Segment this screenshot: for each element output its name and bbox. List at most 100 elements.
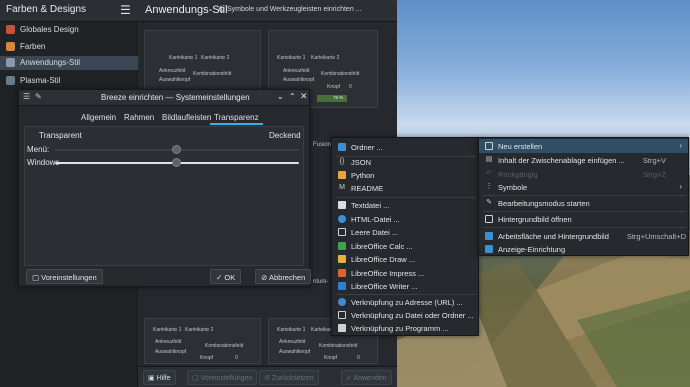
reset-icon: ↺: [264, 375, 272, 382]
transparent-label: Transparent: [39, 131, 82, 140]
preview-button: Knopf: [327, 84, 341, 90]
sidebar-item-label: Globales Design: [20, 25, 79, 34]
sidebar-item-label: Anwendungs-Stil: [20, 58, 81, 67]
menu-item-bearbeitungsmodus[interactable]: ✎ Bearbeitungsmodus starten: [479, 196, 688, 210]
preview-combobox: Kombinationsfeld: [319, 343, 358, 349]
preview-spinbox: 0: [357, 355, 360, 361]
menu-item-libreoffice-draw[interactable]: LibreOffice Draw ...: [332, 252, 478, 266]
menu-item-label: Inhalt der Zwischenablage einfügen ...: [498, 156, 625, 165]
preview-label-fusion: Fusion: [313, 142, 332, 148]
menu-item-label: Leere Datei ...: [351, 228, 399, 237]
menu-item-textdatei[interactable]: Textdatei ...: [332, 198, 478, 212]
menu-item-label: Hintergrundbild öffnen: [498, 215, 572, 224]
preview-tab: Karteikarte 2: [185, 327, 214, 333]
maximize-icon[interactable]: ⌃: [289, 92, 296, 101]
edit-mode-icon: ✎: [486, 199, 492, 206]
preview-tab: Karteikarte 1: [277, 327, 306, 333]
menu-item-json[interactable]: {} JSON: [332, 155, 478, 169]
menu-item-arbeitsflaeche[interactable]: Arbeitsfläche und Hintergrundbild Strg+Um…: [479, 229, 688, 243]
minimize-icon[interactable]: ⌄: [277, 92, 284, 101]
menu-slider-handle[interactable]: [172, 145, 181, 154]
sidebar-header: Farben & Designs ☰: [0, 0, 138, 22]
folder-icon: [338, 143, 346, 151]
link-url-icon: [338, 298, 346, 306]
sidebar-item-farben[interactable]: Farben: [0, 40, 138, 54]
windows-slider-handle[interactable]: [172, 158, 181, 167]
open-wallpaper-icon: [485, 215, 493, 223]
defaults-icon: ▢: [192, 375, 201, 382]
ok-button[interactable]: ✓ OK: [210, 269, 242, 284]
menu-item-label: Python: [351, 171, 375, 180]
dialog-title: Breeze einrichten — Systemeinstellungen: [101, 93, 250, 102]
menu-item-link-program[interactable]: Verknüpfung zu Programm ...: [332, 321, 478, 335]
menu-item-readme[interactable]: M README: [332, 181, 478, 195]
preview-tab: Karteikarte 1: [277, 55, 306, 61]
globales-design-icon: [6, 25, 15, 34]
preview-tab: Karteikarte 2: [201, 55, 230, 61]
preview-tab: Karteikarte 1: [153, 327, 182, 333]
desktop-settings-icon: [485, 232, 493, 240]
json-icon: {}: [339, 158, 345, 165]
menu-item-label: LibreOffice Impress ...: [351, 269, 425, 278]
settings-icon: ⚙: [218, 5, 226, 14]
tab-bildlaufleisten[interactable]: Bildlaufleisten: [158, 111, 215, 125]
sidebar-item-anwendungs-stil[interactable]: Anwendungs-Stil: [0, 56, 138, 70]
menu-item-symbole[interactable]: ⋮ Symbole ›: [479, 180, 688, 194]
configure-toolbars-button[interactable]: Symbole und Werkzeugleisten einrichten .…: [227, 6, 362, 13]
menu-item-html-datei[interactable]: HTML-Datei ...: [332, 212, 478, 226]
tab-rahmen[interactable]: Rahmen: [120, 111, 158, 125]
close-icon[interactable]: ✕: [300, 91, 308, 102]
preview-checkbox: Ankreuzfeld: [283, 68, 310, 74]
menu-item-ordner[interactable]: Ordner ...: [332, 140, 478, 154]
menu-item-paste[interactable]: ▤ Inhalt der Zwischenablage einfügen ... S…: [479, 153, 688, 167]
reset-label: Zurücksetzen: [271, 375, 314, 382]
window-menu-icon[interactable]: ☰: [23, 92, 30, 101]
sidebar-item-label: Farben: [20, 42, 46, 51]
sidebar-title: Farben & Designs: [6, 4, 87, 15]
preview-radio: Auswahlknopf: [283, 77, 315, 83]
preview-radio: Auswahlknopf: [279, 349, 311, 355]
menu-item-link-file[interactable]: Verknüpfung zu Datei oder Ordner ...: [332, 308, 478, 322]
style-preview-bottom-left[interactable]: Karteikarte 1 Karteikarte 2 Ankreuzfeld …: [144, 318, 261, 364]
transparency-panel: Transparent Deckend Menü: Windows: [24, 126, 304, 266]
menu-item-label: Verknüpfung zu Programm ...: [351, 324, 449, 333]
menu-item-neu-erstellen[interactable]: Neu erstellen ›: [479, 139, 688, 153]
sidebar-item-globales-design[interactable]: Globales Design: [0, 23, 138, 37]
defaults-button[interactable]: ▢ Voreinstellungen: [187, 370, 258, 385]
menu-item-link-url[interactable]: Verknüpfung zu Adresse (URL) ...: [332, 295, 478, 309]
dialog-titlebar[interactable]: ☰ ✎ Breeze einrichten — Systemeinstellun…: [19, 90, 309, 106]
menu-item-hintergrundbild[interactable]: Hintergrundbild öffnen: [479, 212, 688, 226]
menu-item-python[interactable]: Python: [332, 168, 478, 182]
chevron-right-icon: ›: [679, 182, 682, 191]
pin-icon[interactable]: ✎: [35, 92, 42, 101]
menu-item-libreoffice-writer[interactable]: LibreOffice Writer ...: [332, 279, 478, 293]
menu-item-label: HTML-Datei ...: [351, 215, 400, 224]
tab-allgemein[interactable]: Allgemein: [77, 111, 120, 125]
menu-item-libreoffice-calc[interactable]: LibreOffice Calc ...: [332, 239, 478, 253]
hamburger-menu-icon[interactable]: ☰: [120, 3, 131, 17]
preview-combobox: Kombinationsfeld: [193, 71, 232, 77]
reset-button[interactable]: ↺ Zurücksetzen: [259, 370, 319, 385]
dialog-defaults-button[interactable]: ▢ Voreinstellungen: [26, 269, 103, 284]
preview-checkbox: Ankreuzfeld: [159, 68, 186, 74]
menu-item-label: LibreOffice Writer ...: [351, 282, 418, 291]
menu-item-shortcut: Strg+V: [642, 156, 666, 165]
preview-checkbox: Ankreuzfeld: [279, 339, 306, 345]
help-label: Hilfe: [156, 375, 171, 382]
menu-item-undo[interactable]: ↶ Rückgängig Strg+Z: [479, 167, 688, 181]
menu-separator: [483, 227, 686, 228]
cancel-button[interactable]: ⊘ Abbrechen: [255, 269, 312, 284]
menu-item-label: LibreOffice Calc ...: [351, 242, 413, 251]
menu-item-anzeige[interactable]: Anzeige-Einrichtung: [479, 242, 688, 256]
apply-button[interactable]: ✓ Anwenden: [341, 370, 392, 385]
html-file-icon: [338, 215, 346, 223]
libreoffice-calc-icon: [338, 242, 346, 250]
preview-combobox: Kombinationsfeld: [321, 71, 360, 77]
main-header: Anwendungs-Stil ⚙ Symbole und Werkzeugle…: [139, 0, 397, 22]
help-button[interactable]: ▣ Hilfe: [143, 370, 176, 385]
menu-item-leere-datei[interactable]: Leere Datei ...: [332, 225, 478, 239]
sidebar-item-plasma-stil[interactable]: Plasma-Stil: [0, 74, 138, 88]
tab-transparenz[interactable]: Transparenz: [210, 111, 263, 125]
menu-item-label: Anzeige-Einrichtung: [498, 245, 566, 254]
menu-item-libreoffice-impress[interactable]: LibreOffice Impress ...: [332, 266, 478, 280]
